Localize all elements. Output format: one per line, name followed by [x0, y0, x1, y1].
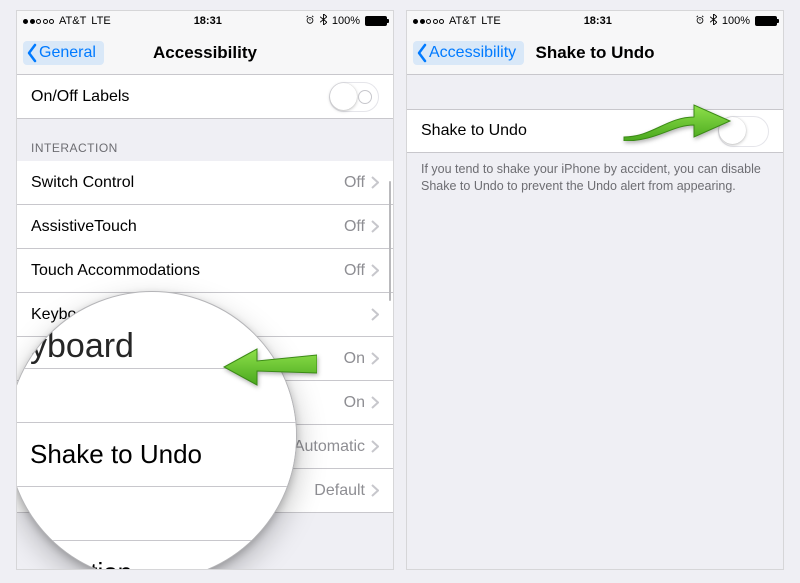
- cell-value: Default: [314, 482, 365, 500]
- callout-arrow-icon: [222, 343, 317, 387]
- battery-icon: [755, 16, 777, 26]
- assistivetouch-cell[interactable]: AssistiveTouch Off: [17, 205, 393, 249]
- battery-icon: [365, 16, 387, 26]
- nav-bar: Accessibility Shake to Undo: [407, 31, 783, 75]
- chevron-right-icon: [371, 396, 379, 409]
- scrollbar-indicator[interactable]: [389, 181, 391, 301]
- chevron-left-icon: [415, 43, 429, 63]
- cell-value: Automatic: [294, 438, 365, 456]
- alarm-icon: [305, 15, 315, 28]
- clock-label: 18:31: [194, 15, 222, 27]
- back-button-label: Accessibility: [429, 44, 516, 62]
- section-header: INTERACTION: [17, 119, 393, 161]
- bluetooth-icon: [320, 14, 327, 28]
- cell-value: Off: [344, 174, 365, 192]
- section-footer: If you tend to shake your iPhone by acci…: [407, 153, 783, 195]
- network-label: LTE: [91, 15, 110, 27]
- cell-label: Switch Control: [31, 174, 344, 192]
- cell-value: Off: [344, 218, 365, 236]
- onoff-labels-toggle[interactable]: [329, 82, 379, 112]
- battery-pct-label: 100%: [332, 15, 360, 27]
- back-button[interactable]: Accessibility: [413, 41, 524, 65]
- bluetooth-icon: [710, 14, 717, 28]
- carrier-label: AT&T: [59, 15, 86, 27]
- back-button-label: General: [39, 44, 96, 62]
- carrier-label: AT&T: [449, 15, 476, 27]
- onoff-labels-cell[interactable]: On/Off Labels: [17, 75, 393, 119]
- switch-control-cell[interactable]: Switch Control Off: [17, 161, 393, 205]
- network-label: LTE: [481, 15, 500, 27]
- signal-strength-icon: [413, 19, 444, 24]
- chevron-left-icon: [25, 43, 39, 63]
- chevron-right-icon: [371, 176, 379, 189]
- cell-value: On: [344, 394, 365, 412]
- left-screenshot: AT&T LTE 18:31 100% General Accessibilit…: [16, 10, 394, 570]
- chevron-right-icon: [371, 352, 379, 365]
- chevron-right-icon: [371, 220, 379, 233]
- signal-strength-icon: [23, 19, 54, 24]
- cell-value: Off: [344, 262, 365, 280]
- cell-label: AssistiveTouch: [31, 218, 344, 236]
- status-bar: AT&T LTE 18:31 100%: [17, 11, 393, 31]
- magnifier-callout: yboard Shake to Undo Vibration: [16, 291, 297, 570]
- callout-arrow-icon: [622, 97, 732, 141]
- chevron-right-icon: [371, 264, 379, 277]
- clock-label: 18:31: [584, 15, 612, 27]
- cell-label: On/Off Labels: [31, 88, 329, 106]
- status-bar: AT&T LTE 18:31 100%: [407, 11, 783, 31]
- back-button[interactable]: General: [23, 41, 104, 65]
- magnifier-spacer: [16, 486, 296, 540]
- magnifier-row-shake: Shake to Undo: [16, 422, 296, 486]
- alarm-icon: [695, 15, 705, 28]
- nav-bar: General Accessibility: [17, 31, 393, 75]
- battery-pct-label: 100%: [722, 15, 750, 27]
- cell-value: On: [344, 350, 365, 368]
- chevron-right-icon: [371, 484, 379, 497]
- chevron-right-icon: [371, 308, 379, 321]
- right-screenshot: AT&T LTE 18:31 100% Accessibility Shake …: [406, 10, 784, 570]
- touch-accommodations-cell[interactable]: Touch Accommodations Off: [17, 249, 393, 293]
- cell-label: Touch Accommodations: [31, 262, 344, 280]
- magnifier-row-vibration: Vibration: [16, 540, 296, 570]
- chevron-right-icon: [371, 440, 379, 453]
